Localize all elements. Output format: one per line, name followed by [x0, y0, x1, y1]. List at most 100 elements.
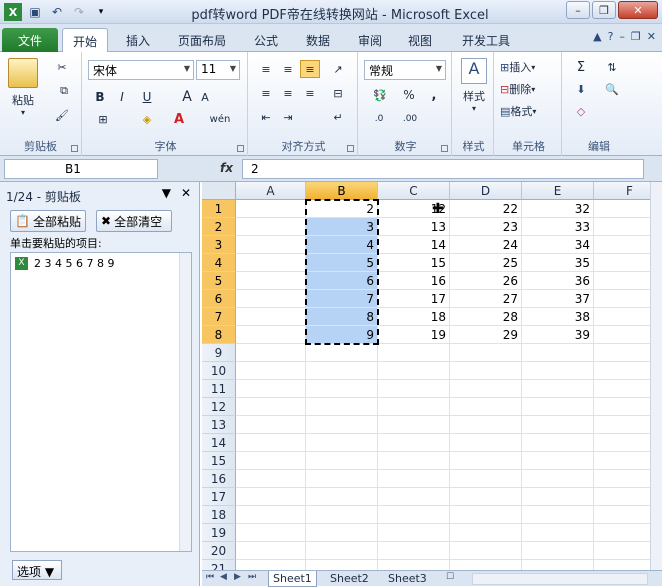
- cell-a2[interactable]: [236, 218, 306, 236]
- row-header-18[interactable]: 18: [202, 506, 236, 524]
- decrease-indent-icon[interactable]: ⇤: [256, 108, 276, 126]
- styles-button[interactable]: A 样式 ▾: [458, 58, 490, 113]
- cell-f20[interactable]: [594, 542, 650, 560]
- cell-d14[interactable]: [450, 434, 522, 452]
- currency-icon[interactable]: 💱: [366, 86, 394, 104]
- cell-f6[interactable]: [594, 290, 650, 308]
- cell-c18[interactable]: [378, 506, 450, 524]
- cell-d13[interactable]: [450, 416, 522, 434]
- sheet-tab-2[interactable]: Sheet2: [326, 571, 373, 587]
- cell-c2[interactable]: 13: [378, 218, 450, 236]
- cell-c21[interactable]: [378, 560, 450, 570]
- cell-e11[interactable]: [522, 380, 594, 398]
- clipboard-item[interactable]: X 2 3 4 5 6 7 8 9: [15, 257, 114, 270]
- cell-c7[interactable]: 18: [378, 308, 450, 326]
- italic-button[interactable]: I: [114, 88, 130, 106]
- alignment-launcher-icon[interactable]: [347, 145, 354, 152]
- prev-sheet-icon[interactable]: ◀: [220, 572, 227, 582]
- row-header-10[interactable]: 10: [202, 362, 236, 380]
- tab-developer[interactable]: 开发工具: [452, 28, 520, 52]
- insert-function-button[interactable]: fx: [220, 161, 233, 175]
- tab-view[interactable]: 视图: [398, 28, 442, 52]
- align-bottom-icon[interactable]: ≡: [300, 60, 320, 78]
- cell-f8[interactable]: [594, 326, 650, 344]
- cell-b18[interactable]: [306, 506, 378, 524]
- cell-c3[interactable]: 14: [378, 236, 450, 254]
- cell-c19[interactable]: [378, 524, 450, 542]
- cell-e9[interactable]: [522, 344, 594, 362]
- row-header-7[interactable]: 7: [202, 308, 236, 326]
- row-header-3[interactable]: 3: [202, 236, 236, 254]
- row-header-12[interactable]: 12: [202, 398, 236, 416]
- cell-c17[interactable]: [378, 488, 450, 506]
- tab-home[interactable]: 开始: [62, 28, 109, 53]
- cell-d15[interactable]: [450, 452, 522, 470]
- cell-a1[interactable]: [236, 200, 306, 218]
- cell-b17[interactable]: [306, 488, 378, 506]
- cell-f12[interactable]: [594, 398, 650, 416]
- orientation-icon[interactable]: ↗: [326, 60, 350, 78]
- minimize-ribbon-icon[interactable]: ▲: [593, 30, 601, 43]
- cell-a18[interactable]: [236, 506, 306, 524]
- name-box[interactable]: B1: [4, 159, 158, 179]
- font-size-combo[interactable]: 11 ▼: [196, 60, 240, 80]
- align-middle-icon[interactable]: ≡: [278, 60, 298, 78]
- bold-button[interactable]: B: [92, 88, 108, 106]
- clipboard-scrollbar[interactable]: [179, 253, 191, 551]
- cell-a10[interactable]: [236, 362, 306, 380]
- cell-a12[interactable]: [236, 398, 306, 416]
- cell-d3[interactable]: 24: [450, 236, 522, 254]
- cell-a15[interactable]: [236, 452, 306, 470]
- cell-a13[interactable]: [236, 416, 306, 434]
- phonetic-button[interactable]: wén: [206, 110, 234, 128]
- cell-c15[interactable]: [378, 452, 450, 470]
- window-minimize-icon[interactable]: –: [619, 30, 625, 43]
- number-launcher-icon[interactable]: [441, 145, 448, 152]
- cell-a14[interactable]: [236, 434, 306, 452]
- cell-a5[interactable]: [236, 272, 306, 290]
- borders-icon[interactable]: ⊞: [92, 110, 114, 128]
- font-name-combo[interactable]: 宋体 ▼: [88, 60, 194, 80]
- row-header-4[interactable]: 4: [202, 254, 236, 272]
- wrap-text-icon[interactable]: ↵: [326, 108, 350, 126]
- cell-e7[interactable]: 38: [522, 308, 594, 326]
- cell-b12[interactable]: [306, 398, 378, 416]
- decrease-decimal-button[interactable]: .00: [396, 110, 424, 128]
- cell-a7[interactable]: [236, 308, 306, 326]
- cell-e21[interactable]: [522, 560, 594, 570]
- cell-d5[interactable]: 26: [450, 272, 522, 290]
- delete-cells-button[interactable]: ⊟ 删除 ▾: [500, 80, 535, 98]
- worksheet-grid[interactable]: A B C D E F 1 2 12 22 32 2 3 13 23 33 3 4 14 24 34 4 5 15 25 35 5 6…: [202, 182, 650, 570]
- cell-b14[interactable]: [306, 434, 378, 452]
- cell-f7[interactable]: [594, 308, 650, 326]
- cell-d7[interactable]: 28: [450, 308, 522, 326]
- window-restore-icon[interactable]: ❐: [631, 30, 641, 43]
- sort-filter-icon[interactable]: ⇅: [598, 58, 626, 76]
- tab-data[interactable]: 数据: [296, 28, 340, 52]
- font-color-button[interactable]: A: [168, 110, 190, 128]
- cut-icon[interactable]: ✂: [52, 58, 72, 76]
- cell-b19[interactable]: [306, 524, 378, 542]
- cell-f3[interactable]: [594, 236, 650, 254]
- clear-all-button[interactable]: ✖ 全部清空: [96, 210, 172, 232]
- help-icon[interactable]: ?: [608, 30, 614, 43]
- cell-b9[interactable]: [306, 344, 378, 362]
- cell-f11[interactable]: [594, 380, 650, 398]
- tab-file[interactable]: 文件: [2, 28, 58, 52]
- column-header-f[interactable]: F: [594, 182, 650, 200]
- cell-c9[interactable]: [378, 344, 450, 362]
- cell-d21[interactable]: [450, 560, 522, 570]
- font-launcher-icon[interactable]: [237, 145, 244, 152]
- cell-e14[interactable]: [522, 434, 594, 452]
- insert-cells-button[interactable]: ⊞ 插入 ▾: [500, 58, 535, 76]
- cell-b16[interactable]: [306, 470, 378, 488]
- horizontal-scrollbar[interactable]: [472, 573, 648, 585]
- cell-f5[interactable]: [594, 272, 650, 290]
- cell-d19[interactable]: [450, 524, 522, 542]
- comma-button[interactable]: ,: [426, 86, 442, 104]
- tab-insert[interactable]: 插入: [116, 28, 160, 52]
- redo-icon[interactable]: ↷: [70, 3, 88, 21]
- row-header-21[interactable]: 21: [202, 560, 236, 570]
- cell-c14[interactable]: [378, 434, 450, 452]
- cell-d20[interactable]: [450, 542, 522, 560]
